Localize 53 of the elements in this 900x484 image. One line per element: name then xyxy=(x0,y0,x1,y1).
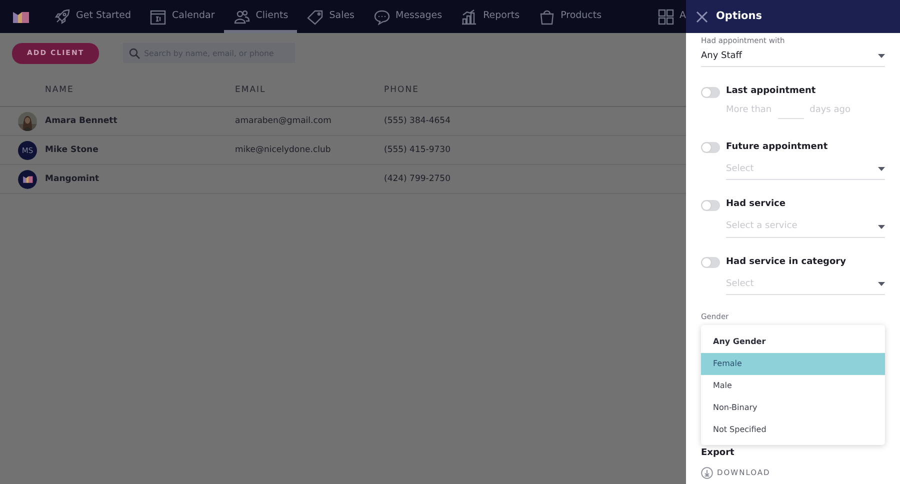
nav-tab[interactable]: Products xyxy=(528,0,611,33)
toggle-switch[interactable] xyxy=(701,257,720,268)
toggle-switch[interactable] xyxy=(701,200,720,210)
dropdown-option[interactable]: Non-Binary xyxy=(701,397,885,419)
logo-avatar-icon xyxy=(18,170,37,189)
people-icon xyxy=(232,8,251,26)
tag-icon xyxy=(306,8,324,26)
column-header: EMAIL xyxy=(235,84,267,96)
field-label: days ago xyxy=(810,104,850,117)
column-header: PHONE xyxy=(384,84,420,96)
rocket-icon xyxy=(53,8,71,26)
filter-label: Had service in category xyxy=(726,256,846,269)
nav-tab[interactable]: Clients xyxy=(224,0,298,33)
caret-icon xyxy=(878,54,885,58)
dropdown-option[interactable]: Any Gender xyxy=(701,331,885,353)
client-phone: (555) 384-4654 xyxy=(384,114,452,128)
chat-bubble-icon xyxy=(372,8,391,26)
filter-label: Last appointment xyxy=(726,85,816,98)
client-email: mike@nicelydone.club xyxy=(235,144,332,157)
client-phone: (555) 415-9730 xyxy=(384,144,452,157)
grid-icon xyxy=(656,8,674,26)
toggle-switch[interactable] xyxy=(701,142,720,153)
filter-label: Had service xyxy=(726,198,786,212)
download-icon xyxy=(701,467,713,479)
nav-tab[interactable]: Messages xyxy=(364,0,452,33)
bar-chart-icon xyxy=(460,8,478,26)
caret-icon xyxy=(878,282,885,286)
client-phone: (424) 799-2750 xyxy=(384,172,452,186)
dropdown-option[interactable]: Not Specified xyxy=(701,419,885,441)
nav-tab[interactable]: Get Started xyxy=(44,0,140,33)
panel-title: Options xyxy=(716,8,762,24)
client-name: Mike Stone xyxy=(45,144,100,157)
client-name: Amara Bennett xyxy=(45,114,118,128)
toggle-switch[interactable] xyxy=(701,86,720,98)
nav-tab[interactable]: Calendar xyxy=(140,0,224,33)
column-header: NAME xyxy=(45,84,75,96)
dropdown-option[interactable]: Male xyxy=(701,375,885,397)
close-icon xyxy=(696,10,708,22)
client-email: amaraben@gmail.com xyxy=(235,114,332,128)
staff-select[interactable]: Any Staff xyxy=(701,46,885,68)
caret-icon xyxy=(878,224,885,229)
nav-tab[interactable]: Sales xyxy=(297,0,364,33)
field-label: More than xyxy=(726,104,772,117)
section-title: Export xyxy=(701,447,734,460)
dropdown-option[interactable]: Female xyxy=(701,353,885,375)
calendar-icon xyxy=(149,8,168,26)
bag-icon xyxy=(538,8,556,26)
nav-tab[interactable]: Reports xyxy=(451,0,529,33)
client-name: Mangomint xyxy=(45,172,100,186)
caret-icon xyxy=(878,167,885,172)
close-button[interactable] xyxy=(696,10,708,22)
filter-label: Future appointment xyxy=(726,140,828,154)
nav-tab[interactable]: A xyxy=(648,0,686,33)
